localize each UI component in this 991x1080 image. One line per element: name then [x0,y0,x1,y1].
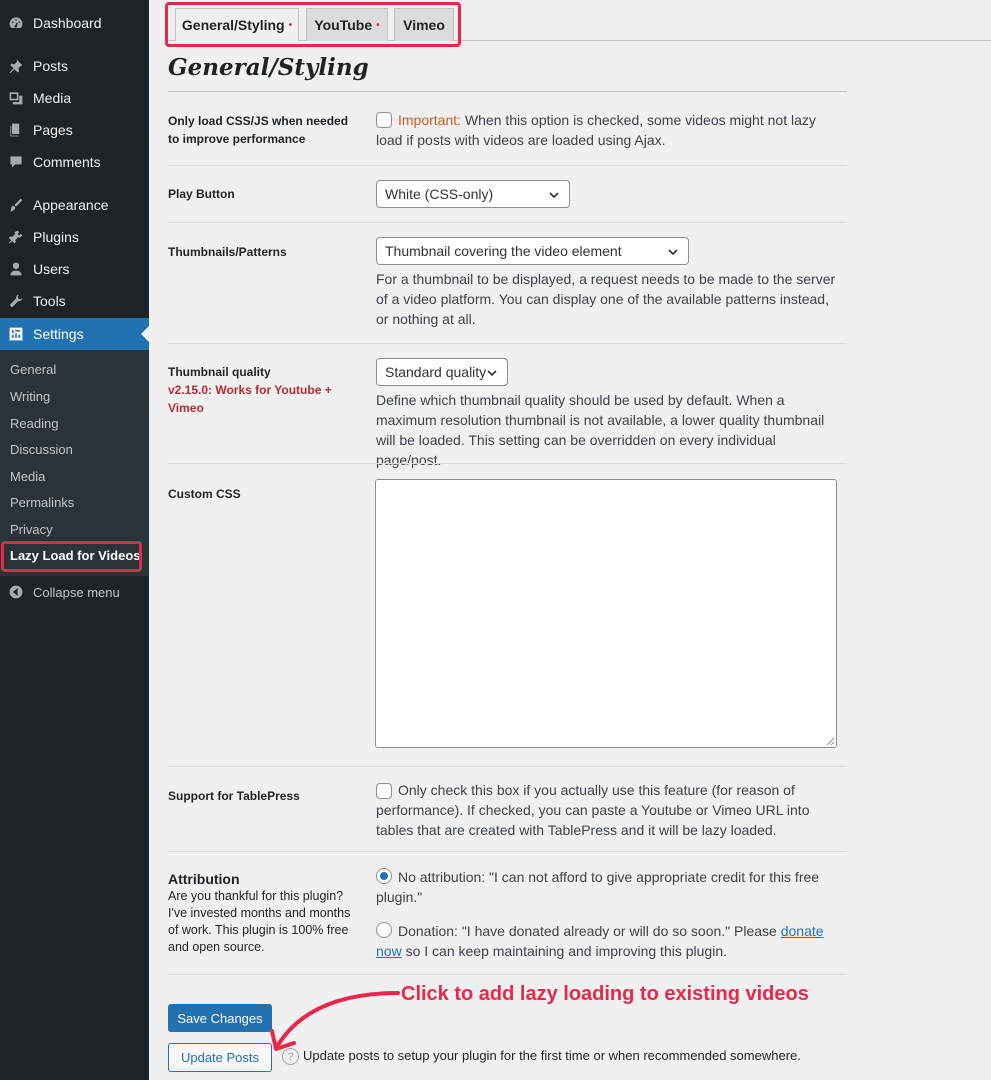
menu-users[interactable]: Users [0,254,149,284]
menu-label: Comments [33,154,101,170]
unsaved-dot: • [376,19,380,31]
page-title: General/Styling [168,54,369,81]
submenu-lazy-load-for-videos[interactable]: Lazy Load for Videos [10,548,141,563]
quality-select[interactable]: Standard quality [376,358,508,386]
thumbnails-description: For a thumbnail to be displayed, a reque… [376,271,836,327]
user-icon [8,261,24,277]
quality-description: Define which thumbnail quality should be… [376,392,825,468]
tab-general-styling[interactable]: General/Styling • [175,8,299,41]
menu-posts[interactable]: Posts [0,51,149,81]
attribution-title: Attribution [168,871,240,887]
divider [168,766,847,767]
tab-label: General/Styling [181,17,285,33]
submenu-permalinks[interactable]: Permalinks [10,495,74,510]
divider [168,463,847,464]
brush-icon [8,197,24,213]
menu-label: Appearance [33,197,109,213]
donation-text: Donation: "I have donated already or wil… [398,923,781,939]
menu-pages[interactable]: Pages [0,115,149,145]
menu-dashboard[interactable]: Dashboard [0,8,149,38]
divider [168,165,847,166]
menu-media[interactable]: Media [0,83,149,113]
divider [168,851,847,852]
collapse-icon [8,584,24,600]
divider [168,343,847,344]
menu-label: Media [33,90,72,106]
submenu-media[interactable]: Media [10,469,45,484]
important-label: Important: [398,112,462,128]
plugin-icon [8,229,24,245]
select-value: Standard quality [385,364,487,380]
pin-icon [8,58,24,74]
tab-label: YouTube [314,17,373,33]
settings-submenu: General Writing Reading Discussion Media… [0,350,149,576]
no-attribution-label: No attribution: "I can not afford to giv… [376,869,820,905]
annotation-text: Click to add lazy loading to existing vi… [401,983,809,1005]
chevron-down-icon [487,370,497,377]
attribution-description: Are you thankful for this plugin? I've i… [168,889,351,954]
comment-icon [8,154,24,170]
menu-label: Plugins [33,229,79,245]
label-custom-css: Custom CSS [168,487,241,501]
menu-comments[interactable]: Comments [0,147,149,177]
menu-label: Posts [33,58,69,74]
menu-label: Pages [33,122,73,138]
resize-grip-icon[interactable] [826,737,834,745]
menu-label: Users [33,261,70,277]
submenu-writing[interactable]: Writing [10,389,50,404]
menu-label: Settings [33,326,84,342]
select-value: Thumbnail covering the video element [385,243,622,259]
menu-appearance[interactable]: Appearance [0,190,149,220]
dashboard-icon [8,15,24,31]
label-css-js: Only load CSS/JS when needed to improve … [168,114,349,146]
submenu-reading[interactable]: Reading [10,416,58,431]
label-tablepress: Support for TablePress [168,789,300,803]
media-icon [8,90,24,106]
menu-settings[interactable]: Settings [0,318,149,350]
custom-css-textarea[interactable] [375,479,837,748]
label-thumbnails: Thumbnails/Patterns [168,245,287,259]
wrench-icon [8,293,24,309]
pages-icon [8,122,24,138]
unsaved-dot: • [288,19,293,31]
submenu-discussion[interactable]: Discussion [10,442,73,457]
divider [168,91,847,92]
thumbnails-select[interactable]: Thumbnail covering the video element [376,237,689,265]
active-indicator [141,326,149,342]
donation-text-end: so I can keep maintaining and improving … [401,943,727,959]
chevron-down-icon [549,192,559,199]
collapse-label: Collapse menu [33,584,120,600]
submenu-privacy[interactable]: Privacy [10,522,53,537]
annotation-arrow-icon [270,991,400,1051]
collapse-menu[interactable]: Collapse menu [0,577,149,607]
css-js-description: Important: When this option is checked, … [376,110,836,150]
tab-vimeo[interactable]: Vimeo [394,8,454,41]
settings-icon [8,326,24,342]
submenu-general[interactable]: General [10,362,56,377]
donation-label: Donation: "I have donated already or wil… [376,921,836,961]
tab-label: Vimeo [403,17,445,33]
label-play-button: Play Button [168,187,235,201]
divider [168,222,847,223]
admin-sidebar: Dashboard Posts Media Pages Comments App… [0,0,149,1080]
play-button-select[interactable]: White (CSS-only) [376,180,570,208]
menu-label: Dashboard [33,15,102,31]
chevron-down-icon [668,249,678,256]
tab-youtube[interactable]: YouTube • [306,8,388,41]
update-posts-button[interactable]: Update Posts [168,1043,272,1072]
version-note: v2.15.0: Works for Youtube + Vimeo [168,383,332,415]
save-changes-button[interactable]: Save Changes [168,1004,272,1032]
tablepress-description: Only check this box if you actually use … [376,782,810,838]
menu-tools[interactable]: Tools [0,286,149,316]
menu-plugins[interactable]: Plugins [0,222,149,252]
quality-label-text: Thumbnail quality [168,365,271,379]
select-value: White (CSS-only) [385,186,494,202]
menu-label: Tools [33,293,66,309]
label-thumbnail-quality: Thumbnail quality v2.15.0: Works for You… [168,363,353,417]
